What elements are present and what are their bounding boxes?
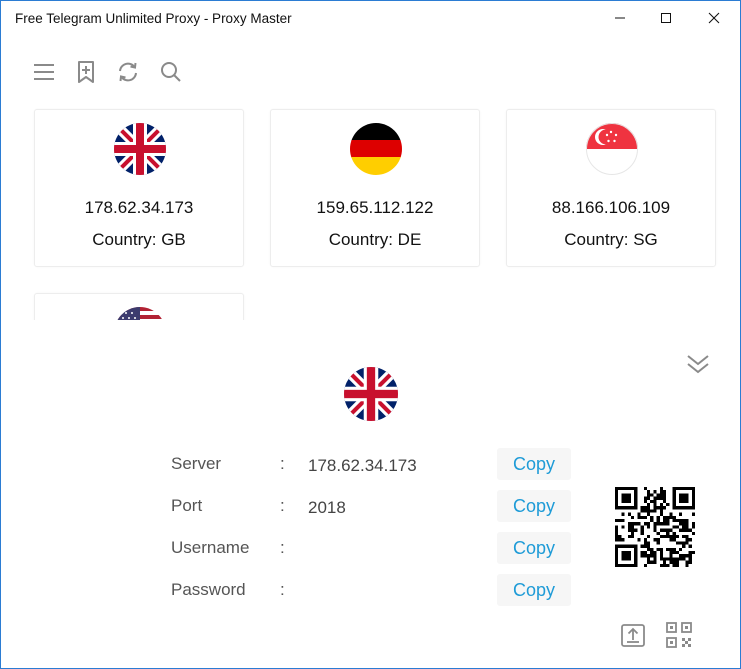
bookmark-add-icon — [78, 61, 94, 83]
search-button[interactable] — [155, 53, 187, 91]
search-icon — [161, 62, 181, 82]
title-bar: Free Telegram Unlimited Proxy - Proxy Ma… — [1, 1, 740, 37]
proxy-country: Country: DE — [328, 230, 422, 249]
share-button[interactable] — [619, 621, 647, 649]
share-icon — [621, 624, 645, 647]
server-value: 178.62.34.173 — [308, 456, 417, 475]
add-bookmark-button[interactable] — [70, 53, 102, 91]
minimize-button[interactable] — [597, 1, 643, 35]
proxy-ip: 178.62.34.173 — [84, 198, 194, 217]
flag-de-icon — [350, 123, 402, 175]
copy-port-button[interactable]: Copy — [497, 490, 571, 522]
qr-code[interactable] — [615, 487, 695, 567]
port-label: Port — [171, 496, 203, 515]
chevron-double-down-icon — [687, 355, 709, 374]
app-window: Free Telegram Unlimited Proxy - Proxy Ma… — [0, 0, 741, 669]
maximize-button[interactable] — [643, 1, 689, 35]
window-title: Free Telegram Unlimited Proxy - Proxy Ma… — [15, 11, 292, 26]
flag-sg-icon — [586, 123, 638, 175]
flag-us-icon — [114, 307, 166, 320]
proxy-ip: 159.65.112.122 — [316, 198, 434, 217]
proxy-list: 178.62.34.173 Country: GB 159.65.112.122… — [1, 108, 740, 320]
toolbar — [1, 53, 740, 93]
close-icon — [708, 12, 720, 24]
username-colon: : — [280, 538, 285, 557]
close-button[interactable] — [691, 1, 737, 35]
qr-scan-button[interactable] — [665, 621, 693, 649]
menu-icon — [34, 64, 54, 80]
username-label: Username — [171, 538, 250, 557]
proxy-detail-panel: Server : 178.62.34.173 Copy Port : 2018 … — [1, 321, 740, 668]
copy-username-button[interactable]: Copy — [497, 532, 571, 564]
menu-button[interactable] — [28, 53, 60, 91]
flag-gb-icon — [344, 367, 398, 421]
flag-gb-icon — [114, 123, 166, 175]
proxy-card[interactable] — [34, 293, 244, 320]
copy-server-button[interactable]: Copy — [497, 448, 571, 480]
refresh-button[interactable] — [112, 53, 144, 91]
proxy-card[interactable]: 88.166.106.109 Country: SG — [506, 109, 716, 267]
proxy-country: Country: SG — [564, 230, 658, 249]
password-colon: : — [280, 580, 285, 599]
server-row: Server : 178.62.34.173 Copy — [1, 448, 740, 484]
port-colon: : — [280, 496, 285, 515]
refresh-icon — [119, 62, 137, 82]
maximize-icon — [661, 13, 671, 23]
password-row: Password : Copy — [1, 574, 740, 610]
server-colon: : — [280, 454, 285, 473]
minimize-icon — [615, 17, 625, 19]
proxy-card[interactable]: 178.62.34.173 Country: GB — [34, 109, 244, 267]
collapse-button[interactable] — [683, 349, 713, 379]
server-label: Server — [171, 454, 222, 473]
qr-scan-icon — [666, 622, 692, 648]
password-label: Password — [171, 580, 246, 599]
copy-password-button[interactable]: Copy — [497, 574, 571, 606]
proxy-ip: 88.166.106.109 — [551, 198, 671, 217]
proxy-card[interactable]: 159.65.112.122 Country: DE — [270, 109, 480, 267]
proxy-country: Country: GB — [92, 230, 186, 249]
port-value: 2018 — [308, 498, 346, 517]
